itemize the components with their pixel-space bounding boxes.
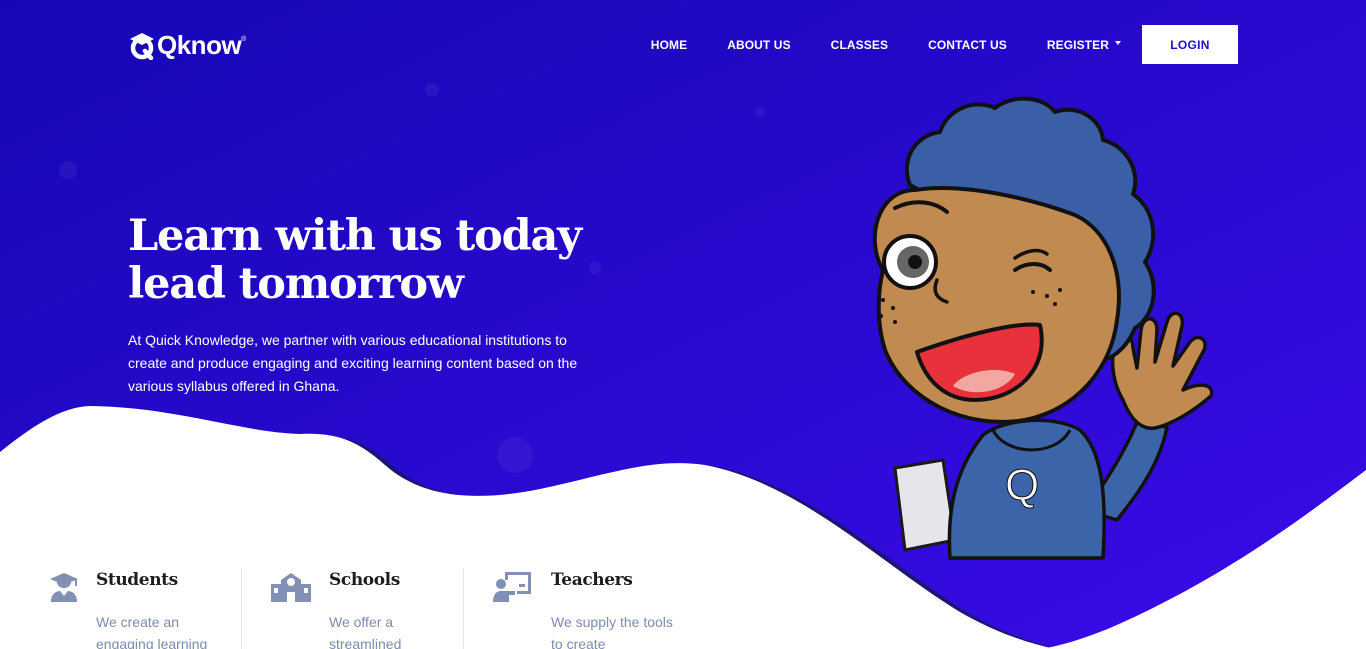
nav-home[interactable]: HOME xyxy=(651,38,687,52)
chevron-down-icon xyxy=(1115,41,1121,46)
teacher-board-icon xyxy=(493,572,531,602)
feature-divider xyxy=(241,568,242,649)
waving-student-mascot-illustration: Q xyxy=(872,96,1214,560)
nav-register-dropdown[interactable]: REGISTER xyxy=(1047,38,1121,52)
hero-title: Learn with us today lead tomorrow xyxy=(128,212,688,308)
nav-register-label: REGISTER xyxy=(1046,37,1109,52)
hero-title-line-1: Learn with us today xyxy=(128,211,582,261)
main-navigation: HOME ABOUT US CLASSES CONTACT US REGISTE… xyxy=(651,25,1238,64)
hero-description: At Quick Knowledge, we partner with vari… xyxy=(128,332,578,394)
feature-description-students: We create an engaging learning xyxy=(96,614,208,649)
graduation-cap-logo-icon xyxy=(130,33,154,60)
hero-title-line-2: lead tomorrow xyxy=(128,259,464,309)
nav-contact-us[interactable]: CONTACT US xyxy=(928,38,1007,52)
feature-description-teachers: We supply the tools to create xyxy=(551,614,673,649)
feature-students: Students We create an engaging learning xyxy=(48,566,228,649)
feature-title-students: Students xyxy=(96,570,178,590)
nav-classes[interactable]: CLASSES xyxy=(831,38,888,52)
feature-divider xyxy=(463,568,464,649)
nav-about-us[interactable]: ABOUT US xyxy=(727,38,790,52)
feature-description-schools: We offer a streamlined xyxy=(329,614,402,649)
feature-title-teachers: Teachers xyxy=(551,570,633,590)
mascot-shirt-letter: Q xyxy=(1005,461,1039,510)
feature-schools: Schools We offer a streamlined xyxy=(271,566,451,649)
school-building-icon xyxy=(271,573,311,602)
feature-teachers: Teachers We supply the tools to create xyxy=(493,566,673,649)
registered-mark: ® xyxy=(241,35,247,43)
brand-logo[interactable]: Qknow ® xyxy=(128,29,246,61)
feature-title-schools: Schools xyxy=(329,570,400,590)
student-graduate-icon xyxy=(50,573,78,602)
login-button[interactable]: LOGIN xyxy=(1142,25,1238,64)
brand-name: Qknow xyxy=(157,29,242,60)
